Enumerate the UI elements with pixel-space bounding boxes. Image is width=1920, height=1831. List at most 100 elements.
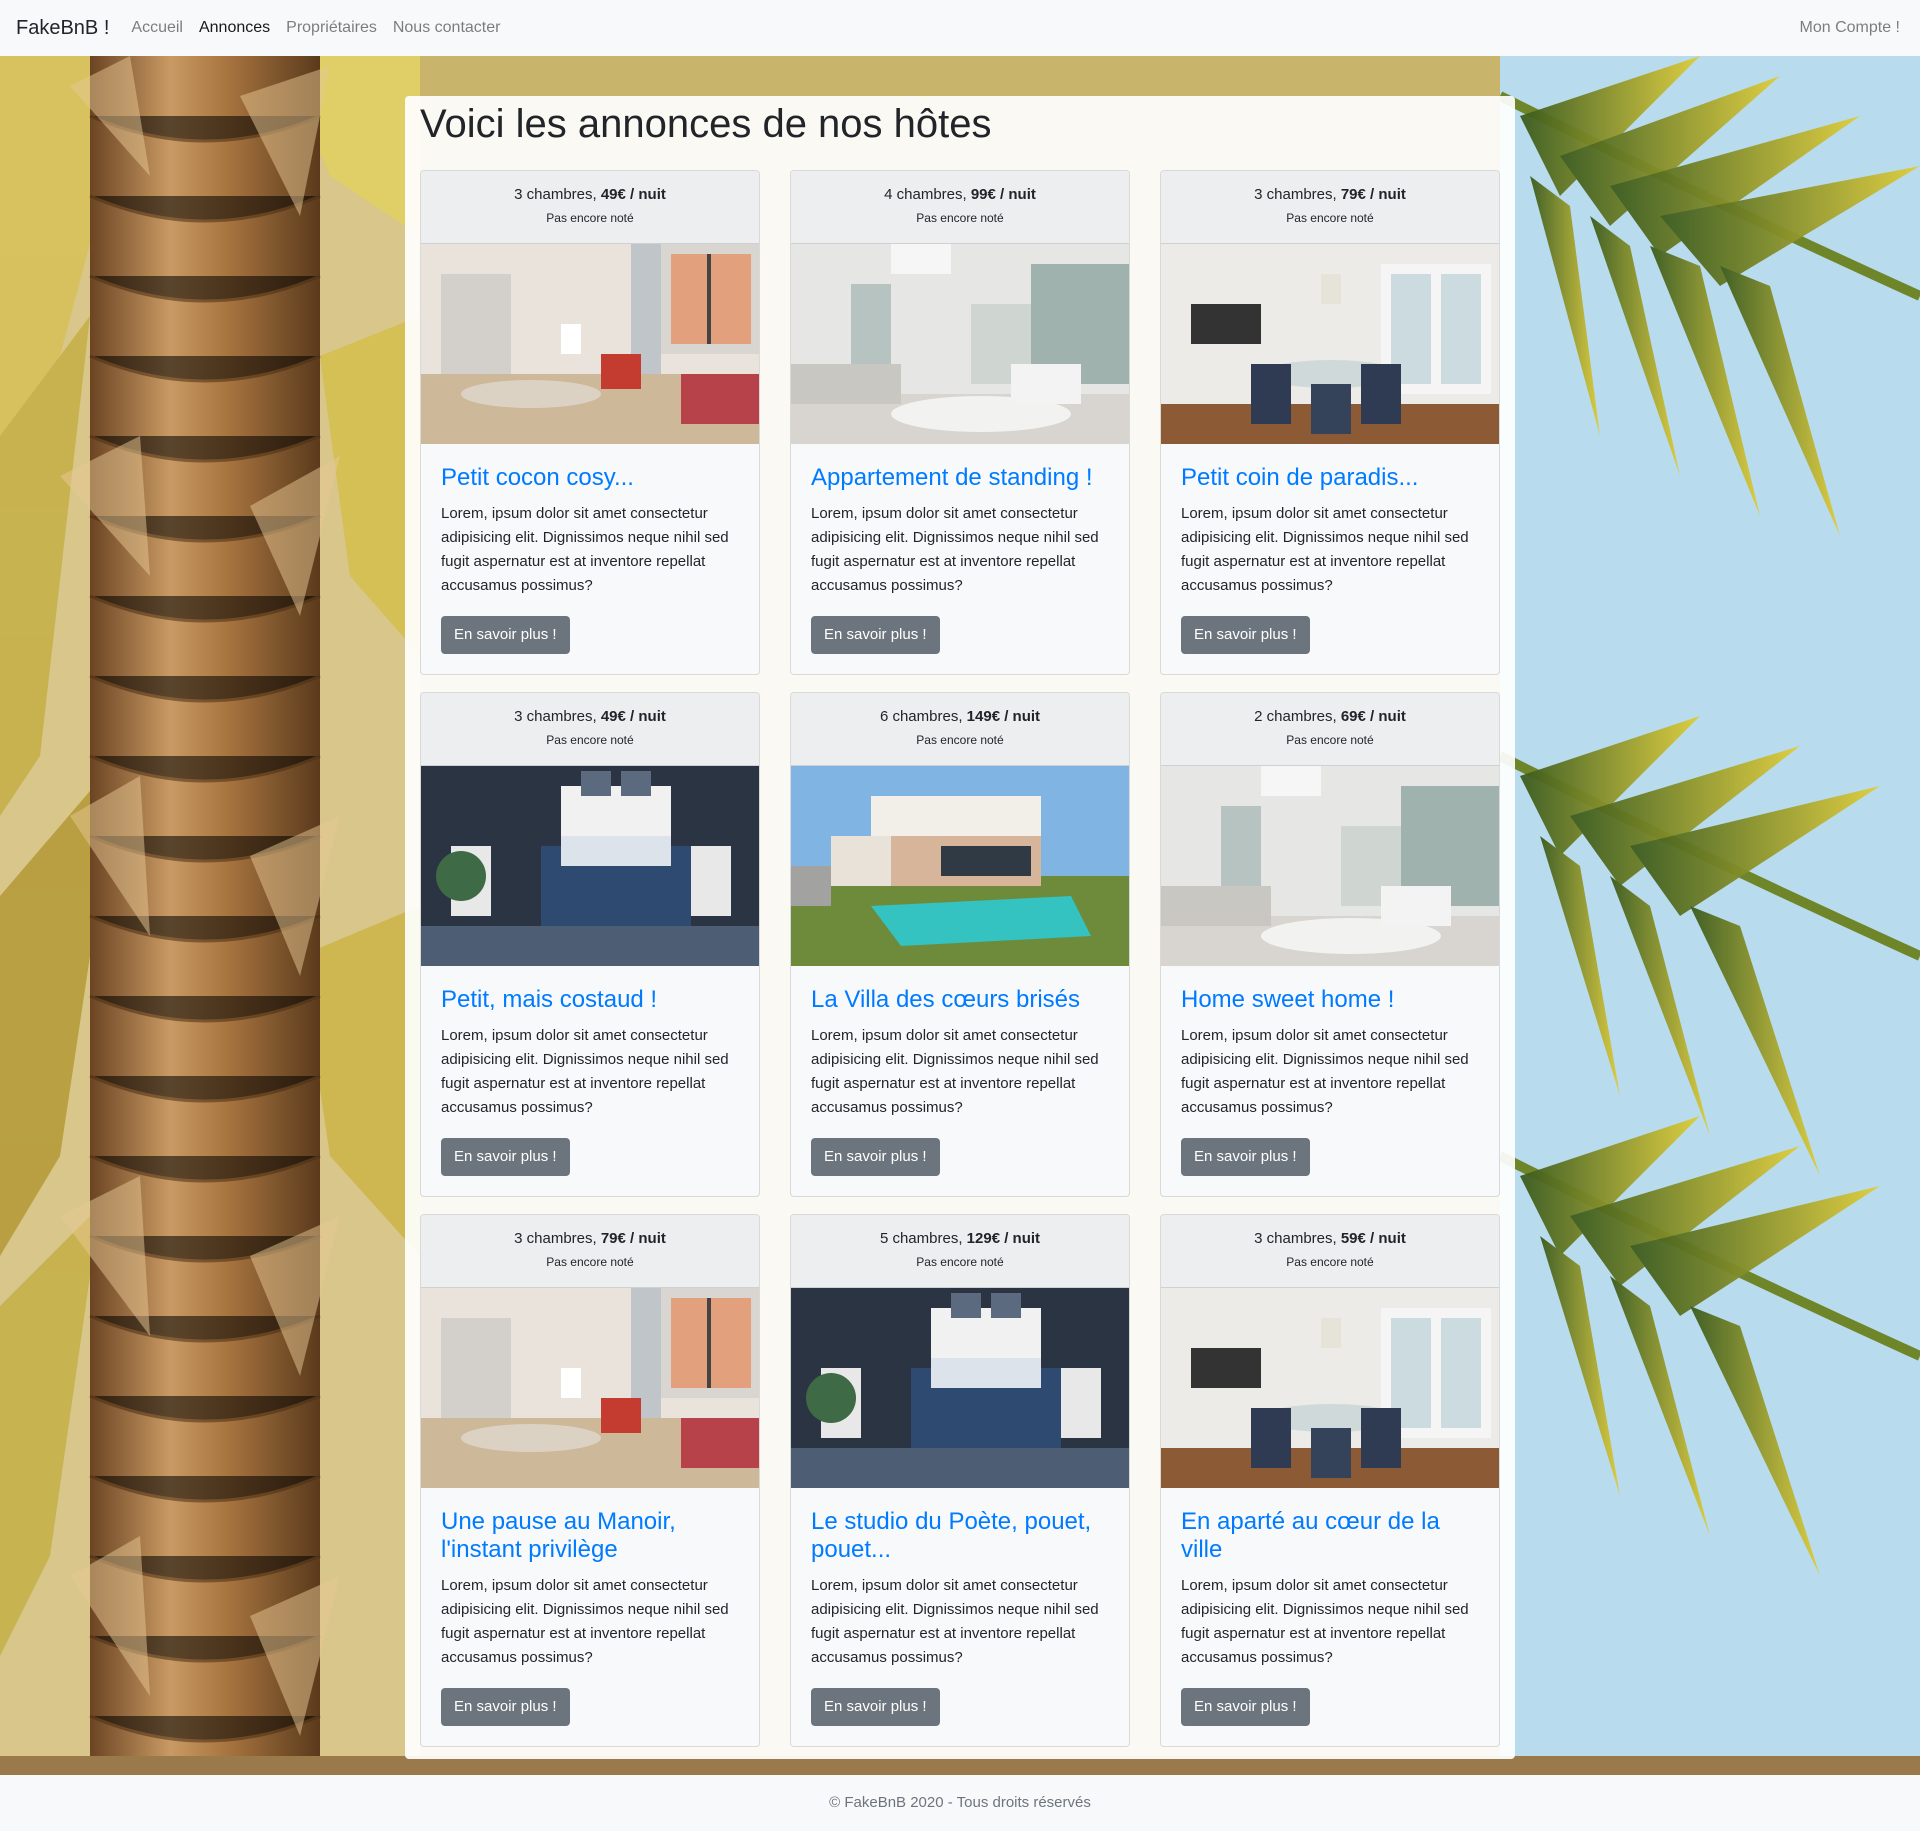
navbar: FakeBnB ! Accueil Annonces Propriétaires… [0, 0, 1920, 56]
rooms-count: 3 chambres, [514, 1230, 601, 1247]
listing-title[interactable]: En aparté au cœur de la ville [1181, 1508, 1479, 1564]
listing-description: Lorem, ipsum dolor sit amet consectetur … [1181, 505, 1469, 594]
brand-logo[interactable]: FakeBnB ! [16, 17, 109, 40]
listing-card: 6 chambres, 149€ / nuit Pas encore noté … [790, 692, 1130, 1197]
listing-description: Lorem, ipsum dolor sit amet consectetur … [441, 505, 729, 594]
card-body: Petit, mais costaud ! Lorem, ipsum dolor… [421, 966, 759, 1196]
rooms-price: 4 chambres, 99€ / nuit [791, 186, 1129, 204]
listing-card: 3 chambres, 59€ / nuit Pas encore noté E… [1160, 1214, 1500, 1747]
rooms-count: 5 chambres, [879, 1230, 967, 1247]
listing-card: 5 chambres, 129€ / nuit Pas encore noté [790, 1214, 1130, 1747]
rooms-price: 3 chambres, 59€ / nuit [1161, 1230, 1499, 1248]
learn-more-button[interactable]: En savoir plus ! [1181, 616, 1310, 654]
rating: Pas encore noté [546, 1255, 634, 1269]
rating: Pas encore noté [1286, 1255, 1374, 1269]
listing-title[interactable]: Petit coin de paradis... [1181, 464, 1479, 492]
listing-card: 3 chambres, 49€ / nuit Pas encore noté P… [420, 170, 760, 675]
card-header: 5 chambres, 129€ / nuit Pas encore noté [791, 1215, 1129, 1288]
listing-title[interactable]: Petit, mais costaud ! [441, 986, 739, 1014]
listings-grid: 3 chambres, 49€ / nuit Pas encore noté P… [420, 170, 1500, 1747]
learn-more-button[interactable]: En savoir plus ! [441, 616, 570, 654]
price: 79€ / nuit [1340, 186, 1406, 203]
nav-link-contact[interactable]: Nous contacter [393, 19, 501, 37]
listing-title[interactable]: Home sweet home ! [1181, 986, 1479, 1014]
listing-image-dining-room[interactable] [1161, 1288, 1499, 1488]
learn-more-button[interactable]: En savoir plus ! [1181, 1688, 1310, 1726]
listing-card: 3 chambres, 49€ / nuit Pas encore noté P… [420, 692, 760, 1197]
listing-title[interactable]: Le studio du Poète, pouet, pouet... [811, 1508, 1109, 1564]
rating: Pas encore noté [916, 211, 1004, 225]
card-body: Petit coin de paradis... Lorem, ipsum do… [1161, 444, 1499, 674]
learn-more-button[interactable]: En savoir plus ! [811, 1688, 940, 1726]
account-link[interactable]: Mon Compte ! [1800, 19, 1900, 37]
listing-image-villa-pool[interactable] [791, 766, 1129, 966]
listing-card: 3 chambres, 79€ / nuit Pas encore noté [1160, 170, 1500, 675]
nav-link-accueil[interactable]: Accueil [131, 19, 183, 37]
price: 79€ / nuit [600, 1230, 666, 1247]
rating: Pas encore noté [1286, 211, 1374, 225]
listing-title[interactable]: Une pause au Manoir, l'instant privilège [441, 1508, 739, 1564]
listing-title[interactable]: Petit cocon cosy... [441, 464, 739, 492]
listing-description: Lorem, ipsum dolor sit amet consectetur … [1181, 1027, 1469, 1116]
rooms-count: 3 chambres, [1254, 186, 1341, 203]
rating: Pas encore noté [916, 1255, 1004, 1269]
page-title: Voici les annonces de nos hôtes [420, 102, 992, 146]
rooms-price: 3 chambres, 79€ / nuit [421, 1230, 759, 1248]
listing-image-dark-bedroom[interactable] [421, 766, 759, 966]
card-body: Home sweet home ! Lorem, ipsum dolor sit… [1161, 966, 1499, 1196]
rooms-count: 4 chambres, [884, 186, 971, 203]
card-header: 3 chambres, 49€ / nuit Pas encore noté [421, 693, 759, 766]
card-header: 3 chambres, 79€ / nuit Pas encore noté [1161, 171, 1499, 244]
listing-card: 3 chambres, 79€ / nuit Pas encore noté [420, 1214, 760, 1747]
listing-card: 4 chambres, 99€ / nuit Pas encore noté A… [790, 170, 1130, 675]
price: 49€ / nuit [600, 708, 666, 725]
learn-more-button[interactable]: En savoir plus ! [811, 616, 940, 654]
listing-title[interactable]: La Villa des cœurs brisés [811, 986, 1109, 1014]
listing-image-dining-room[interactable] [1161, 244, 1499, 444]
listing-description: Lorem, ipsum dolor sit amet consectetur … [441, 1577, 729, 1666]
rating: Pas encore noté [1286, 733, 1374, 747]
price: 149€ / nuit [966, 708, 1041, 725]
listing-card: 2 chambres, 69€ / nuit Pas encore noté H… [1160, 692, 1500, 1197]
rooms-price: 2 chambres, 69€ / nuit [1161, 708, 1499, 726]
learn-more-button[interactable]: En savoir plus ! [441, 1138, 570, 1176]
card-header: 3 chambres, 49€ / nuit Pas encore noté [421, 171, 759, 244]
card-body: Appartement de standing ! Lorem, ipsum d… [791, 444, 1129, 674]
listing-image-dark-bedroom[interactable] [791, 1288, 1129, 1488]
nav-links: Accueil Annonces Propriétaires Nous cont… [131, 19, 500, 37]
card-body: La Villa des cœurs brisés Lorem, ipsum d… [791, 966, 1129, 1196]
learn-more-button[interactable]: En savoir plus ! [811, 1138, 940, 1176]
listing-image-bright-bedroom[interactable] [791, 244, 1129, 444]
learn-more-button[interactable]: En savoir plus ! [441, 1688, 570, 1726]
card-header: 2 chambres, 69€ / nuit Pas encore noté [1161, 693, 1499, 766]
learn-more-button[interactable]: En savoir plus ! [1181, 1138, 1310, 1176]
listing-image-living-room[interactable] [421, 244, 759, 444]
price: 129€ / nuit [966, 1230, 1041, 1247]
nav-link-annonces[interactable]: Annonces [199, 19, 270, 37]
rooms-price: 3 chambres, 49€ / nuit [421, 708, 759, 726]
rooms-count: 2 chambres, [1254, 708, 1341, 725]
card-body: Une pause au Manoir, l'instant privilège… [421, 1488, 759, 1746]
listing-description: Lorem, ipsum dolor sit amet consectetur … [811, 1027, 1099, 1116]
rooms-count: 3 chambres, [1254, 1230, 1341, 1247]
listing-image-bright-bedroom[interactable] [1161, 766, 1499, 966]
listing-description: Lorem, ipsum dolor sit amet consectetur … [811, 505, 1099, 594]
listing-description: Lorem, ipsum dolor sit amet consectetur … [441, 1027, 729, 1116]
card-header: 4 chambres, 99€ / nuit Pas encore noté [791, 171, 1129, 244]
rooms-count: 3 chambres, [514, 708, 601, 725]
card-header: 3 chambres, 59€ / nuit Pas encore noté [1161, 1215, 1499, 1288]
listing-description: Lorem, ipsum dolor sit amet consectetur … [811, 1577, 1099, 1666]
copyright-text: © FakeBnB 2020 - Tous droits réservés [829, 1794, 1091, 1811]
rooms-price: 6 chambres, 149€ / nuit [791, 708, 1129, 726]
nav-link-proprietaires[interactable]: Propriétaires [286, 19, 377, 37]
rooms-price: 3 chambres, 79€ / nuit [1161, 186, 1499, 204]
listing-title[interactable]: Appartement de standing ! [811, 464, 1109, 492]
price: 59€ / nuit [1340, 1230, 1406, 1247]
listing-image-living-room[interactable] [421, 1288, 759, 1488]
rooms-price: 3 chambres, 49€ / nuit [421, 186, 759, 204]
rooms-count: 6 chambres, [879, 708, 967, 725]
rooms-price: 5 chambres, 129€ / nuit [791, 1230, 1129, 1248]
card-body: Le studio du Poète, pouet, pouet... Lore… [791, 1488, 1129, 1746]
rating: Pas encore noté [546, 733, 634, 747]
card-body: En aparté au cœur de la ville Lorem, ips… [1161, 1488, 1499, 1746]
